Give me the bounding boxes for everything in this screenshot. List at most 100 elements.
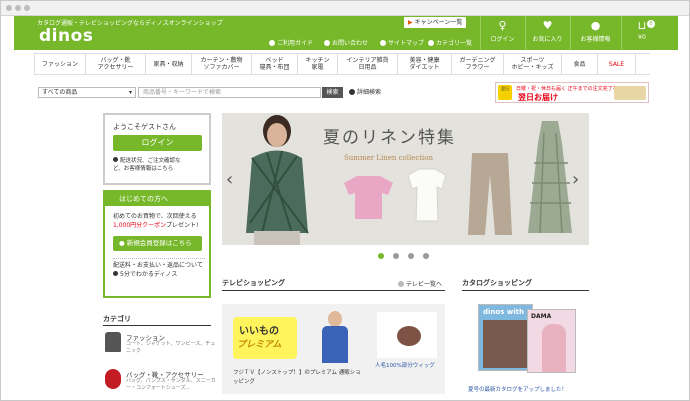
catalog-image[interactable]: dinos with DAMA (464, 304, 587, 376)
cart-button[interactable]: ⊔ 0 ¥0 (621, 16, 662, 50)
nav-bags-shoes[interactable]: バッグ・靴 アクセサリー (86, 54, 146, 74)
carousel-dot[interactable] (378, 253, 384, 259)
shipping-info-line1: 配送料・お支払い・返品について (113, 262, 203, 269)
premium-word2: プレミアム (237, 340, 282, 350)
chevron-left-icon[interactable]: ‹ (226, 169, 233, 190)
user-pin-icon: ♀ (498, 19, 507, 32)
first-time-promo: 初めてのお買物で、次回使える 1,000円分クーポンプレゼント! (113, 212, 198, 230)
dinos-logo[interactable]: dinos (39, 26, 93, 46)
delivery-note: 日曜・祝・休日も届く 正午までの注文完了なら (516, 86, 623, 92)
divider (103, 325, 211, 326)
guide-icon (269, 40, 275, 46)
carousel-dot[interactable] (408, 253, 414, 259)
nav-gardening[interactable]: ガーデニング フラワー (452, 54, 504, 74)
bag-thumbnail (105, 369, 121, 389)
nav-sports[interactable]: スポーツ ホビー・キッズ (504, 54, 562, 74)
catalog-title: dinos with (483, 308, 525, 316)
tv-list-link[interactable]: テレビ一覧へ (398, 279, 442, 288)
hero-banner[interactable]: 夏のリネン特集 Summer Linen collection ‹ › (222, 113, 589, 245)
carousel-indicators (378, 252, 438, 261)
search-scope-select[interactable]: すべての商品 ▾ (38, 87, 136, 98)
sitemap-label: サイトマップ (388, 40, 425, 47)
wig-product-image[interactable] (377, 312, 437, 358)
hero-title: 夏のリネン特集 (323, 128, 456, 148)
first-time-heading[interactable]: はじめての方へ (105, 192, 209, 206)
sitemap-link[interactable]: サイトマップ (380, 38, 424, 47)
login-button[interactable]: ログイン (113, 135, 202, 151)
nav-beauty[interactable]: 美容・健康 ダイエット (398, 54, 452, 74)
welcome-box: ようこそゲストさん ログイン 配送状況、ご注文確認など、お客様情報はこちら (103, 113, 211, 185)
category-list-link[interactable]: カテゴリ一覧 (428, 38, 472, 47)
delivery-headline: 翌日お届け (518, 93, 558, 102)
nav-kitchen[interactable]: キッチン 家電 (298, 54, 338, 74)
nav-furniture[interactable]: 家具・収納 (146, 54, 192, 74)
carousel-dot[interactable] (423, 253, 429, 259)
window-dot-icon (15, 5, 21, 11)
guide-link[interactable]: ご利用ガイド (269, 38, 313, 47)
advanced-search-link[interactable]: 詳細検索 (349, 87, 381, 98)
contact-link[interactable]: お問い合わせ (324, 38, 368, 47)
tv-list-label: テレビ一覧へ (406, 281, 443, 288)
contact-label: お問い合わせ (332, 40, 369, 47)
cart-icon: ⊔ (637, 19, 647, 32)
category-icon (428, 40, 434, 46)
wig-product-caption[interactable]: 人毛100%部分ウィッグ (375, 362, 439, 371)
campaign-list-button[interactable]: ▶ キャンペーン一覧 (404, 17, 467, 28)
account-button[interactable]: ● お客様情報 (570, 16, 620, 50)
search-button[interactable]: 検索 (322, 87, 343, 98)
site-header: カタログ通販・テレビショッピングならディノスオンラインショップ dinos ▶ キ… (14, 16, 678, 50)
promo-coupon: 1,000円分クーポン (113, 222, 166, 229)
nav-bedding[interactable]: ベッド 寝具・布団 (252, 54, 298, 74)
login-header-button[interactable]: ♀ ログイン (480, 16, 524, 50)
browser-frame: カタログ通販・テレビショッピングならディノスオンラインショップ dinos ▶ キ… (0, 0, 690, 401)
divider (462, 290, 589, 291)
tv-caption[interactable]: フジＴＶ【ノンストップ！】のプレミアム 通販ショッピング (233, 369, 363, 387)
hero-subtitle: Summer Linen collection (344, 154, 434, 162)
carousel-dot[interactable] (393, 253, 399, 259)
nav-fashion[interactable]: ファッション (34, 54, 86, 74)
arrow-circle-icon (113, 157, 118, 162)
catalog-cover-dama: DAMA (527, 309, 576, 373)
favorites-button[interactable]: ♥ お気に入り (525, 16, 569, 50)
favorites-label: お気に入り (532, 36, 563, 43)
register-label: 新規会員登録はこちら (126, 239, 192, 247)
divider (222, 290, 445, 291)
order-status-line2: ど、お客様情報はこちら (113, 166, 174, 172)
account-label: お客様情報 (580, 36, 611, 43)
next-day-delivery-banner[interactable]: 翌日 日曜・祝・休日も届く 正午までの注文完了なら 翌日お届け (495, 82, 649, 103)
category-list-label: カテゴリ一覧 (436, 40, 473, 47)
order-status-link[interactable]: 配送状況、ご注文確認など、お客様情報はこちら (113, 157, 181, 173)
nav-sale[interactable]: SALE (598, 54, 636, 74)
premium-logo: いいもの プレミアム (233, 317, 297, 359)
coat-thumbnail (105, 332, 121, 352)
sitemap-icon (380, 40, 386, 46)
search-input[interactable]: 商品番号・キーワードで検索 (138, 87, 321, 98)
cart-count-badge: 0 (647, 20, 655, 28)
browser-title-bar (1, 1, 689, 16)
search-scope-value: すべての商品 (42, 89, 78, 96)
heart-icon: ♥ (542, 19, 553, 32)
next-day-tag: 翌日 (498, 85, 512, 100)
guide-label: ご利用ガイド (277, 40, 314, 47)
shipping-info-link[interactable]: 配送料・お支払い・返品について 5分でわかるディノス (113, 258, 205, 279)
window-dot-icon (24, 5, 30, 11)
promo-suffix: プレゼント! (166, 222, 199, 229)
tv-shopping-card[interactable]: いいもの プレミアム フジＴＶ【ノンストップ！】のプレミアム 通販ショッピング … (222, 304, 445, 394)
arrow-circle-icon (398, 281, 404, 287)
nav-interior[interactable]: インテリア雑貨 日用品 (338, 54, 398, 74)
person-icon: ● (590, 19, 601, 32)
nav-food[interactable]: 食品 (562, 54, 598, 74)
contact-icon (324, 40, 330, 46)
premium-word1: いいもの (239, 326, 279, 337)
catalog-caption[interactable]: 夏号の最新カタログをアップしました！ (468, 385, 567, 393)
arrow-circle-icon (113, 271, 118, 276)
order-status-line1: 配送状況、ご注文確認な (120, 158, 181, 164)
category-heading: カテゴリ (103, 315, 131, 323)
flag-icon: ▶ (408, 19, 413, 26)
nav-curtains[interactable]: カーテン・敷物 ソファカバー (192, 54, 252, 74)
chevron-right-icon[interactable]: › (572, 169, 579, 190)
presenter-photo (320, 311, 350, 363)
promo-line1: 初めてのお買物で、次回使える (113, 213, 197, 220)
welcome-greeting: ようこそゲストさん (113, 123, 176, 131)
register-button[interactable]: ● 新規会員登録はこちら (113, 236, 202, 251)
